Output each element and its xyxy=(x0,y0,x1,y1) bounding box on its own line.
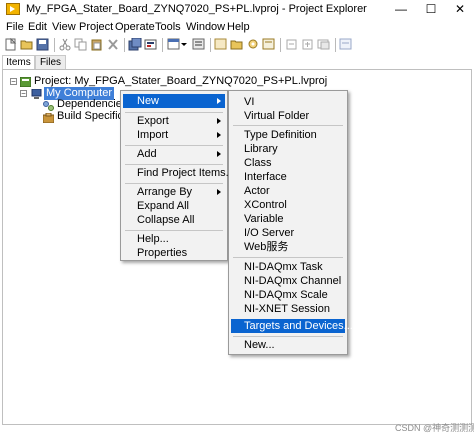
menu-separator xyxy=(125,183,223,184)
labview-app-icon xyxy=(6,3,20,15)
submenu-item-xcontrol[interactable]: XControl xyxy=(244,198,287,212)
submenu-item-interface[interactable]: Interface xyxy=(244,170,287,184)
context-menu-item-import[interactable]: Import xyxy=(137,128,223,142)
tab-files[interactable]: Files xyxy=(35,55,66,70)
minimize-button[interactable]: — xyxy=(387,0,415,19)
submenu-item-actor[interactable]: Actor xyxy=(244,184,270,198)
tab-bar: Items Files xyxy=(0,55,474,70)
submenu-item-daqmx-task[interactable]: NI-DAQmx Task xyxy=(244,260,323,274)
toolbar xyxy=(0,35,474,55)
submenu-item-class[interactable]: Class xyxy=(244,156,272,170)
menu-separator xyxy=(125,145,223,146)
context-menu-item-find[interactable]: Find Project Items... xyxy=(137,166,235,180)
context-menu-item-export[interactable]: Export xyxy=(137,114,223,128)
tab-items[interactable]: Items xyxy=(2,55,35,70)
window-title: My_FPGA_Stater_Board_ZYNQ7020_PS+PL.lvpr… xyxy=(26,3,367,15)
menu-tools[interactable]: Tools xyxy=(155,21,181,33)
menu-separator xyxy=(233,336,343,337)
submenu-item-targets-and-devices[interactable]: Targets and Devices... xyxy=(231,319,353,333)
cut-icon[interactable] xyxy=(58,38,72,51)
save-icon[interactable] xyxy=(36,38,50,51)
maximize-button[interactable]: ☐ xyxy=(417,0,445,19)
submenu-item-virtual-folder[interactable]: Virtual Folder xyxy=(244,109,309,123)
menu-separator xyxy=(233,125,343,126)
context-menu-item-help[interactable]: Help... xyxy=(137,232,169,246)
menu-separator xyxy=(125,230,223,231)
context-menu-item-arrange-by[interactable]: Arrange By xyxy=(137,185,223,199)
menu-window[interactable]: Window xyxy=(186,21,225,33)
delete-icon[interactable] xyxy=(106,38,120,51)
menu-separator xyxy=(125,164,223,165)
menu-file[interactable]: File xyxy=(6,21,24,33)
project-icon xyxy=(19,76,32,88)
help-icon[interactable] xyxy=(339,38,353,51)
paste-icon[interactable] xyxy=(90,38,104,51)
tree-expander-computer[interactable]: − xyxy=(20,90,27,98)
submenu-item-io-server[interactable]: I/O Server xyxy=(244,226,294,240)
expand-icon[interactable] xyxy=(285,38,299,51)
context-menu-item-collapse-all[interactable]: Collapse All xyxy=(137,213,194,227)
context-menu-label-import: Import xyxy=(137,129,169,141)
toolbar-separator xyxy=(335,38,336,52)
context-menu-label-new: New xyxy=(137,95,160,107)
toolbar-separator xyxy=(280,38,281,52)
add-folder-icon[interactable] xyxy=(230,38,244,51)
menu-project[interactable]: Project xyxy=(79,21,113,33)
toolbar-separator xyxy=(210,38,211,52)
context-menu: New Export Import Add Find Project Items… xyxy=(120,90,235,261)
close-button[interactable]: ✕ xyxy=(446,0,474,19)
submenu-arrow-icon xyxy=(217,118,221,124)
open-icon[interactable] xyxy=(20,38,34,51)
submenu-arrow-icon xyxy=(217,132,221,138)
submenu-arrow-icon xyxy=(217,189,221,195)
submenu-arrow-icon xyxy=(217,98,221,104)
context-menu-item-expand-all[interactable]: Expand All xyxy=(137,199,189,213)
submenu-item-daqmx-channel[interactable]: NI-DAQmx Channel xyxy=(244,274,341,288)
menu-bar: File Edit View Project Operate Tools Win… xyxy=(0,19,474,35)
toolbar-separator xyxy=(124,38,125,52)
menu-operate[interactable]: Operate xyxy=(115,21,155,33)
menu-separator xyxy=(125,112,223,113)
menu-separator xyxy=(233,257,343,258)
copy-icon[interactable] xyxy=(74,38,88,51)
menu-help[interactable]: Help xyxy=(227,21,250,33)
context-menu-item-properties[interactable]: Properties xyxy=(137,246,187,260)
menu-view[interactable]: View xyxy=(52,21,76,33)
submenu-item-xnet-session[interactable]: NI-XNET Session xyxy=(244,302,330,316)
context-menu-item-new[interactable]: New xyxy=(123,94,225,108)
arrange-icon[interactable] xyxy=(317,38,331,51)
context-menu-label-arrange-by: Arrange By xyxy=(137,186,193,198)
properties-icon[interactable] xyxy=(262,38,276,51)
new-file-icon[interactable] xyxy=(4,37,18,51)
toolbar-separator xyxy=(162,38,163,52)
submenu-item-vi[interactable]: VI xyxy=(244,95,254,109)
filter-icon[interactable] xyxy=(192,38,206,51)
submenu-item-daqmx-scale[interactable]: NI-DAQmx Scale xyxy=(244,288,328,302)
submenu-item-new[interactable]: New... xyxy=(244,338,275,352)
dependencies-icon xyxy=(43,100,54,111)
toolbar-separator xyxy=(54,38,55,52)
context-menu-label-add: Add xyxy=(137,148,157,160)
add-vi-icon[interactable] xyxy=(214,38,228,51)
new-submenu: VI Virtual Folder Type Definition Librar… xyxy=(228,90,353,355)
build-specifications-icon xyxy=(42,112,55,124)
submenu-item-type-definition[interactable]: Type Definition xyxy=(244,128,317,142)
watermark: CSDN @神奇测测测 xyxy=(395,423,474,433)
title-bar: My_FPGA_Stater_Board_ZYNQ7020_PS+PL.lvpr… xyxy=(0,0,474,19)
collapse-icon[interactable] xyxy=(301,38,315,51)
computer-icon xyxy=(31,88,42,99)
tree-expander-root[interactable]: − xyxy=(10,78,17,86)
context-menu-item-add[interactable]: Add xyxy=(137,147,223,161)
build-icon[interactable] xyxy=(144,38,158,51)
submenu-item-library[interactable]: Library xyxy=(244,142,278,156)
save-all-icon[interactable] xyxy=(128,37,142,51)
menu-edit[interactable]: Edit xyxy=(28,21,47,33)
submenu-item-web-service[interactable]: Web服务 xyxy=(244,240,288,254)
settings-icon[interactable] xyxy=(246,38,260,51)
view-icon[interactable] xyxy=(167,38,181,51)
submenu-item-variable[interactable]: Variable xyxy=(244,212,284,226)
submenu-arrow-icon xyxy=(217,151,221,157)
context-menu-label-export: Export xyxy=(137,115,169,127)
